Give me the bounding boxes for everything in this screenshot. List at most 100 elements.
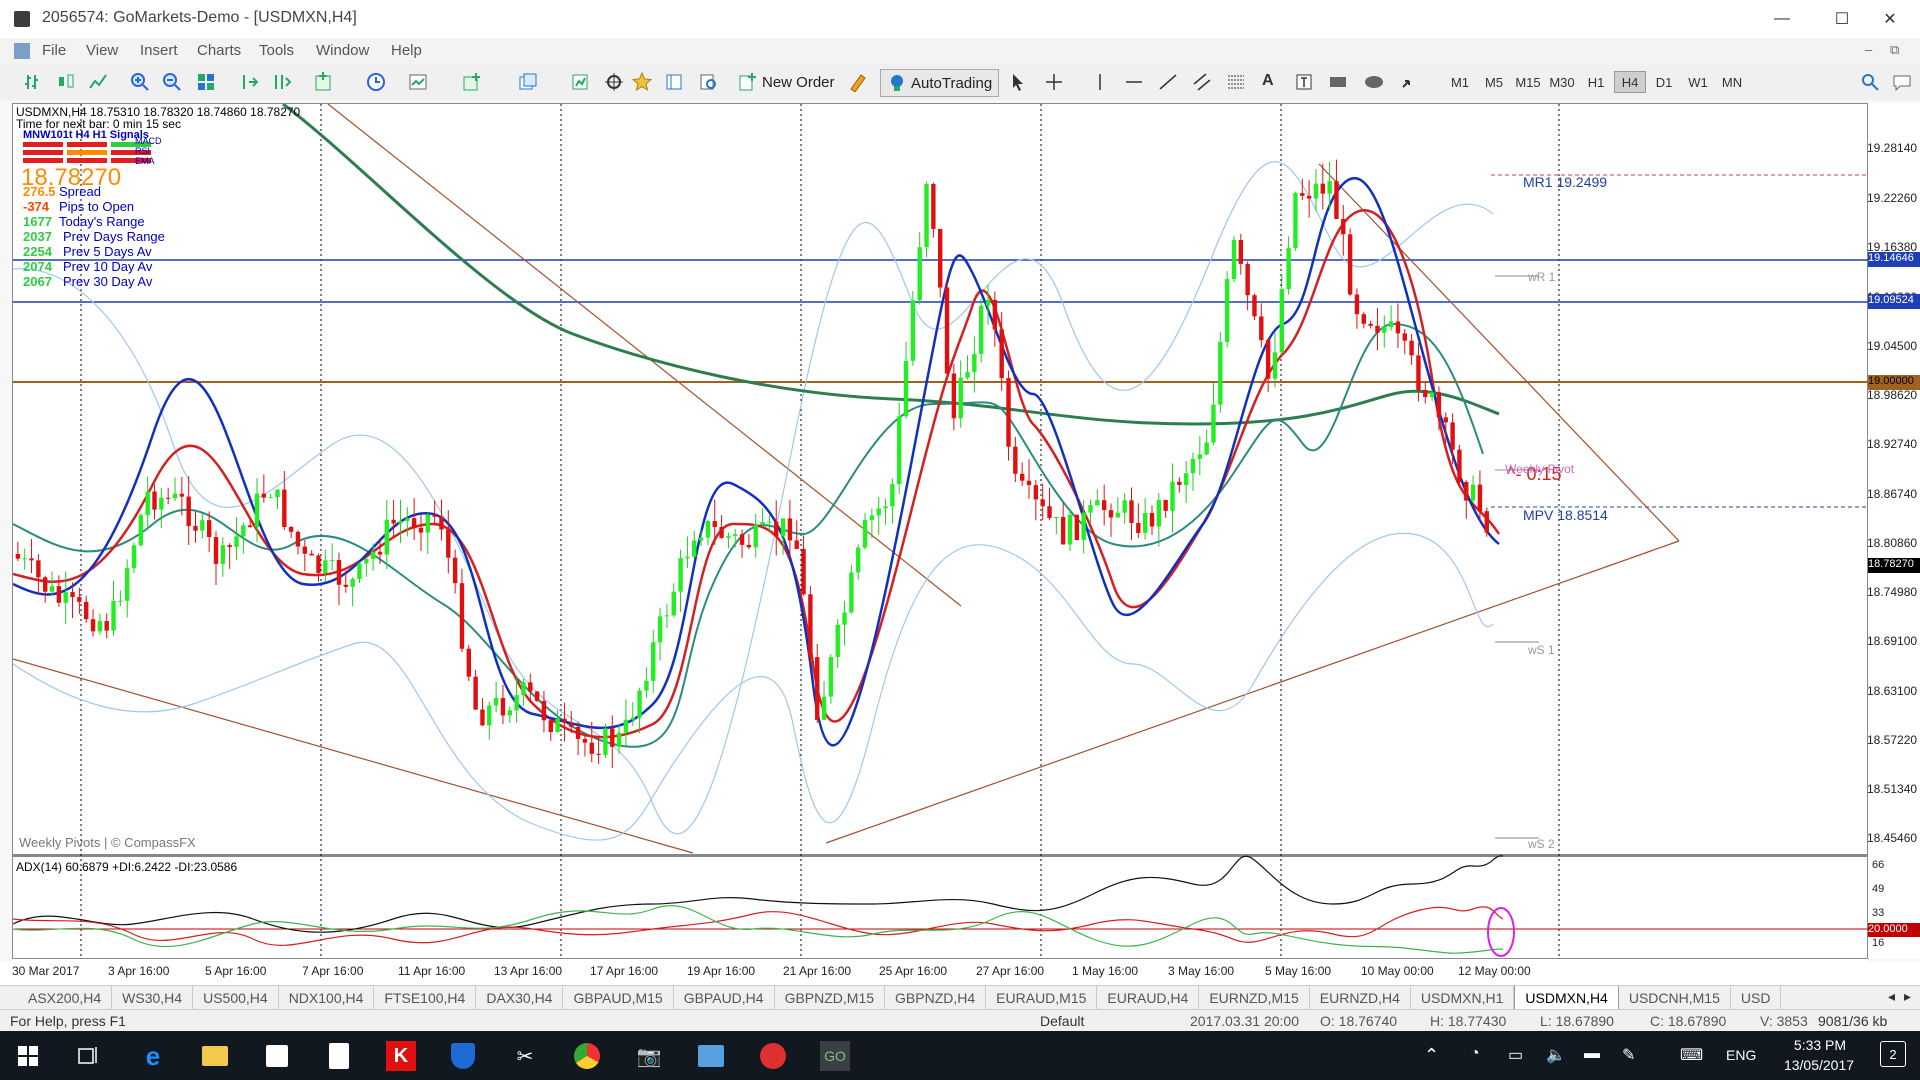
chart-tab[interactable]: GBPAUD,M15 [563, 986, 674, 1010]
pen-icon[interactable]: ✎ [1622, 1045, 1635, 1065]
tab-scroll-left-icon[interactable]: ◂ [1888, 988, 1895, 1005]
clock-time[interactable]: 5:33 PM [1780, 1037, 1860, 1053]
rectangle-icon[interactable] [1328, 72, 1348, 92]
chart-tab[interactable]: EURAUD,M15 [986, 986, 1098, 1010]
close-button[interactable]: ✕ [1860, 0, 1920, 38]
timeframe-m15[interactable]: M15 [1512, 71, 1544, 93]
kaspersky-icon[interactable]: K [386, 1041, 416, 1071]
chart-tab[interactable]: EURNZD,M15 [1199, 986, 1310, 1010]
terminal-icon[interactable] [664, 72, 684, 92]
metatrader-icon[interactable]: GO [820, 1041, 850, 1071]
menu-view[interactable]: View [86, 42, 118, 59]
vertical-line-icon[interactable] [1090, 72, 1110, 92]
menu-insert[interactable]: Insert [140, 42, 178, 59]
calculator-icon[interactable] [324, 1041, 354, 1071]
trendline-icon[interactable] [1158, 72, 1178, 92]
horizontal-line-icon[interactable] [1124, 72, 1144, 92]
network-icon[interactable]: ◔ [1470, 1045, 1480, 1063]
navigator-icon[interactable] [632, 72, 652, 92]
timeframe-h1[interactable]: H1 [1580, 71, 1612, 93]
templates-icon[interactable] [408, 72, 428, 92]
tab-scroll-right-icon[interactable]: ▸ [1904, 988, 1911, 1005]
chrome-icon[interactable] [572, 1041, 602, 1071]
chart-tab[interactable]: EURNZD,H4 [1310, 986, 1411, 1010]
chart-tab[interactable]: DAX30,H4 [476, 986, 564, 1010]
text-tool-icon[interactable]: A [1262, 72, 1274, 90]
zoom-in-icon[interactable] [130, 72, 150, 92]
indicators-icon[interactable] [314, 72, 334, 92]
volume-icon[interactable]: 🔈 [1546, 1045, 1566, 1065]
price-scale[interactable]: 19.28140 19.22260 19.16380 19.10260 19.0… [1867, 103, 1920, 959]
crosshair-icon[interactable] [604, 72, 624, 92]
timeframe-h4[interactable]: H4 [1614, 71, 1646, 93]
metaeditor-icon[interactable] [848, 72, 868, 92]
bar-chart-icon[interactable] [24, 72, 44, 92]
minimize-button[interactable]: — [1752, 0, 1812, 38]
chart-tab[interactable]: GBPNZD,H4 [885, 986, 987, 1010]
chart-tab[interactable]: GBPNZD,M15 [775, 986, 886, 1010]
chart-tab[interactable]: USDMXN,H4 [1514, 986, 1619, 1010]
chat-icon[interactable] [1892, 72, 1912, 92]
chart-app-icon[interactable] [758, 1041, 788, 1071]
task-view-icon[interactable] [78, 1046, 100, 1066]
zoom-out-icon[interactable] [162, 72, 182, 92]
chart-shift-icon[interactable] [272, 72, 292, 92]
child-restore-icon[interactable]: ⧉ [1890, 42, 1899, 58]
timeframe-m1[interactable]: M1 [1444, 71, 1476, 93]
child-minimize-icon[interactable]: – [1865, 42, 1872, 57]
display-icon[interactable]: ▭ [1508, 1045, 1523, 1065]
chart-tab[interactable]: EURAUD,H4 [1097, 986, 1200, 1010]
chart-tab[interactable]: FTSE100,H4 [374, 986, 477, 1010]
show-hidden-icons[interactable]: ⌃ [1424, 1045, 1439, 1066]
price-chart[interactable]: ^- 0:15 USDMXN,H4 18.75310 18.78320 18.7… [12, 103, 1869, 960]
menu-charts[interactable]: Charts [197, 42, 241, 59]
menu-help[interactable]: Help [391, 42, 422, 59]
text-label-icon[interactable] [1294, 72, 1314, 92]
file-explorer-icon[interactable] [200, 1041, 230, 1071]
arrows-icon[interactable] [1400, 72, 1420, 92]
language-indicator[interactable]: ENG [1726, 1047, 1756, 1063]
windows-start-icon[interactable] [18, 1046, 38, 1066]
clock-date[interactable]: 13/05/2017 [1776, 1057, 1862, 1073]
menu-file[interactable]: File [42, 42, 66, 59]
edge-icon[interactable]: e [138, 1041, 168, 1071]
keyboard-icon[interactable]: ⌨ [1680, 1045, 1703, 1065]
timeframe-m5[interactable]: M5 [1478, 71, 1510, 93]
autotrading-button[interactable]: AutoTrading [880, 69, 1000, 97]
chart-tab[interactable]: NDX100,H4 [279, 986, 375, 1010]
cursor-icon[interactable] [1008, 72, 1028, 92]
candlestick-icon[interactable] [56, 72, 76, 92]
battery-icon[interactable]: ▬ [1584, 1045, 1600, 1063]
menu-window[interactable]: Window [316, 42, 369, 59]
market-watch-icon[interactable] [570, 72, 590, 92]
timeframe-d1[interactable]: D1 [1648, 71, 1680, 93]
ellipse-icon[interactable] [1364, 72, 1384, 92]
snipping-tool-icon[interactable]: ✂ [510, 1041, 540, 1071]
crosshair-tool-icon[interactable] [1044, 72, 1064, 92]
new-window-icon[interactable] [462, 72, 482, 92]
chart-tab[interactable]: USDCNH,M15 [1619, 986, 1731, 1010]
new-order-button[interactable]: New Order [738, 69, 835, 95]
photos-icon[interactable] [696, 1041, 726, 1071]
shield-icon[interactable] [448, 1041, 478, 1071]
menu-tools[interactable]: Tools [259, 42, 294, 59]
store-icon[interactable] [262, 1041, 292, 1071]
timeframe-mn[interactable]: MN [1716, 71, 1748, 93]
timeframe-w1[interactable]: W1 [1682, 71, 1714, 93]
notification-center-icon[interactable]: 2 [1880, 1041, 1906, 1067]
chart-tab[interactable]: WS30,H4 [112, 986, 194, 1010]
fibonacci-icon[interactable] [1226, 72, 1246, 92]
timeframe-m30[interactable]: M30 [1546, 71, 1578, 93]
profiles-icon[interactable] [518, 72, 538, 92]
camera-icon[interactable]: 📷 [634, 1041, 664, 1071]
line-chart-icon[interactable] [88, 72, 108, 92]
autoscroll-icon[interactable] [240, 72, 260, 92]
subwindow-separator[interactable] [13, 854, 1869, 857]
channel-icon[interactable] [1192, 72, 1212, 92]
search-icon[interactable] [1860, 72, 1880, 92]
chart-tab[interactable]: ASX200,H4 [18, 986, 113, 1010]
tile-windows-icon[interactable] [196, 72, 216, 92]
chart-tab[interactable]: GBPAUD,H4 [674, 986, 775, 1010]
chart-tab[interactable]: USD [1731, 986, 1782, 1010]
chart-tab[interactable]: US500,H4 [193, 986, 279, 1010]
